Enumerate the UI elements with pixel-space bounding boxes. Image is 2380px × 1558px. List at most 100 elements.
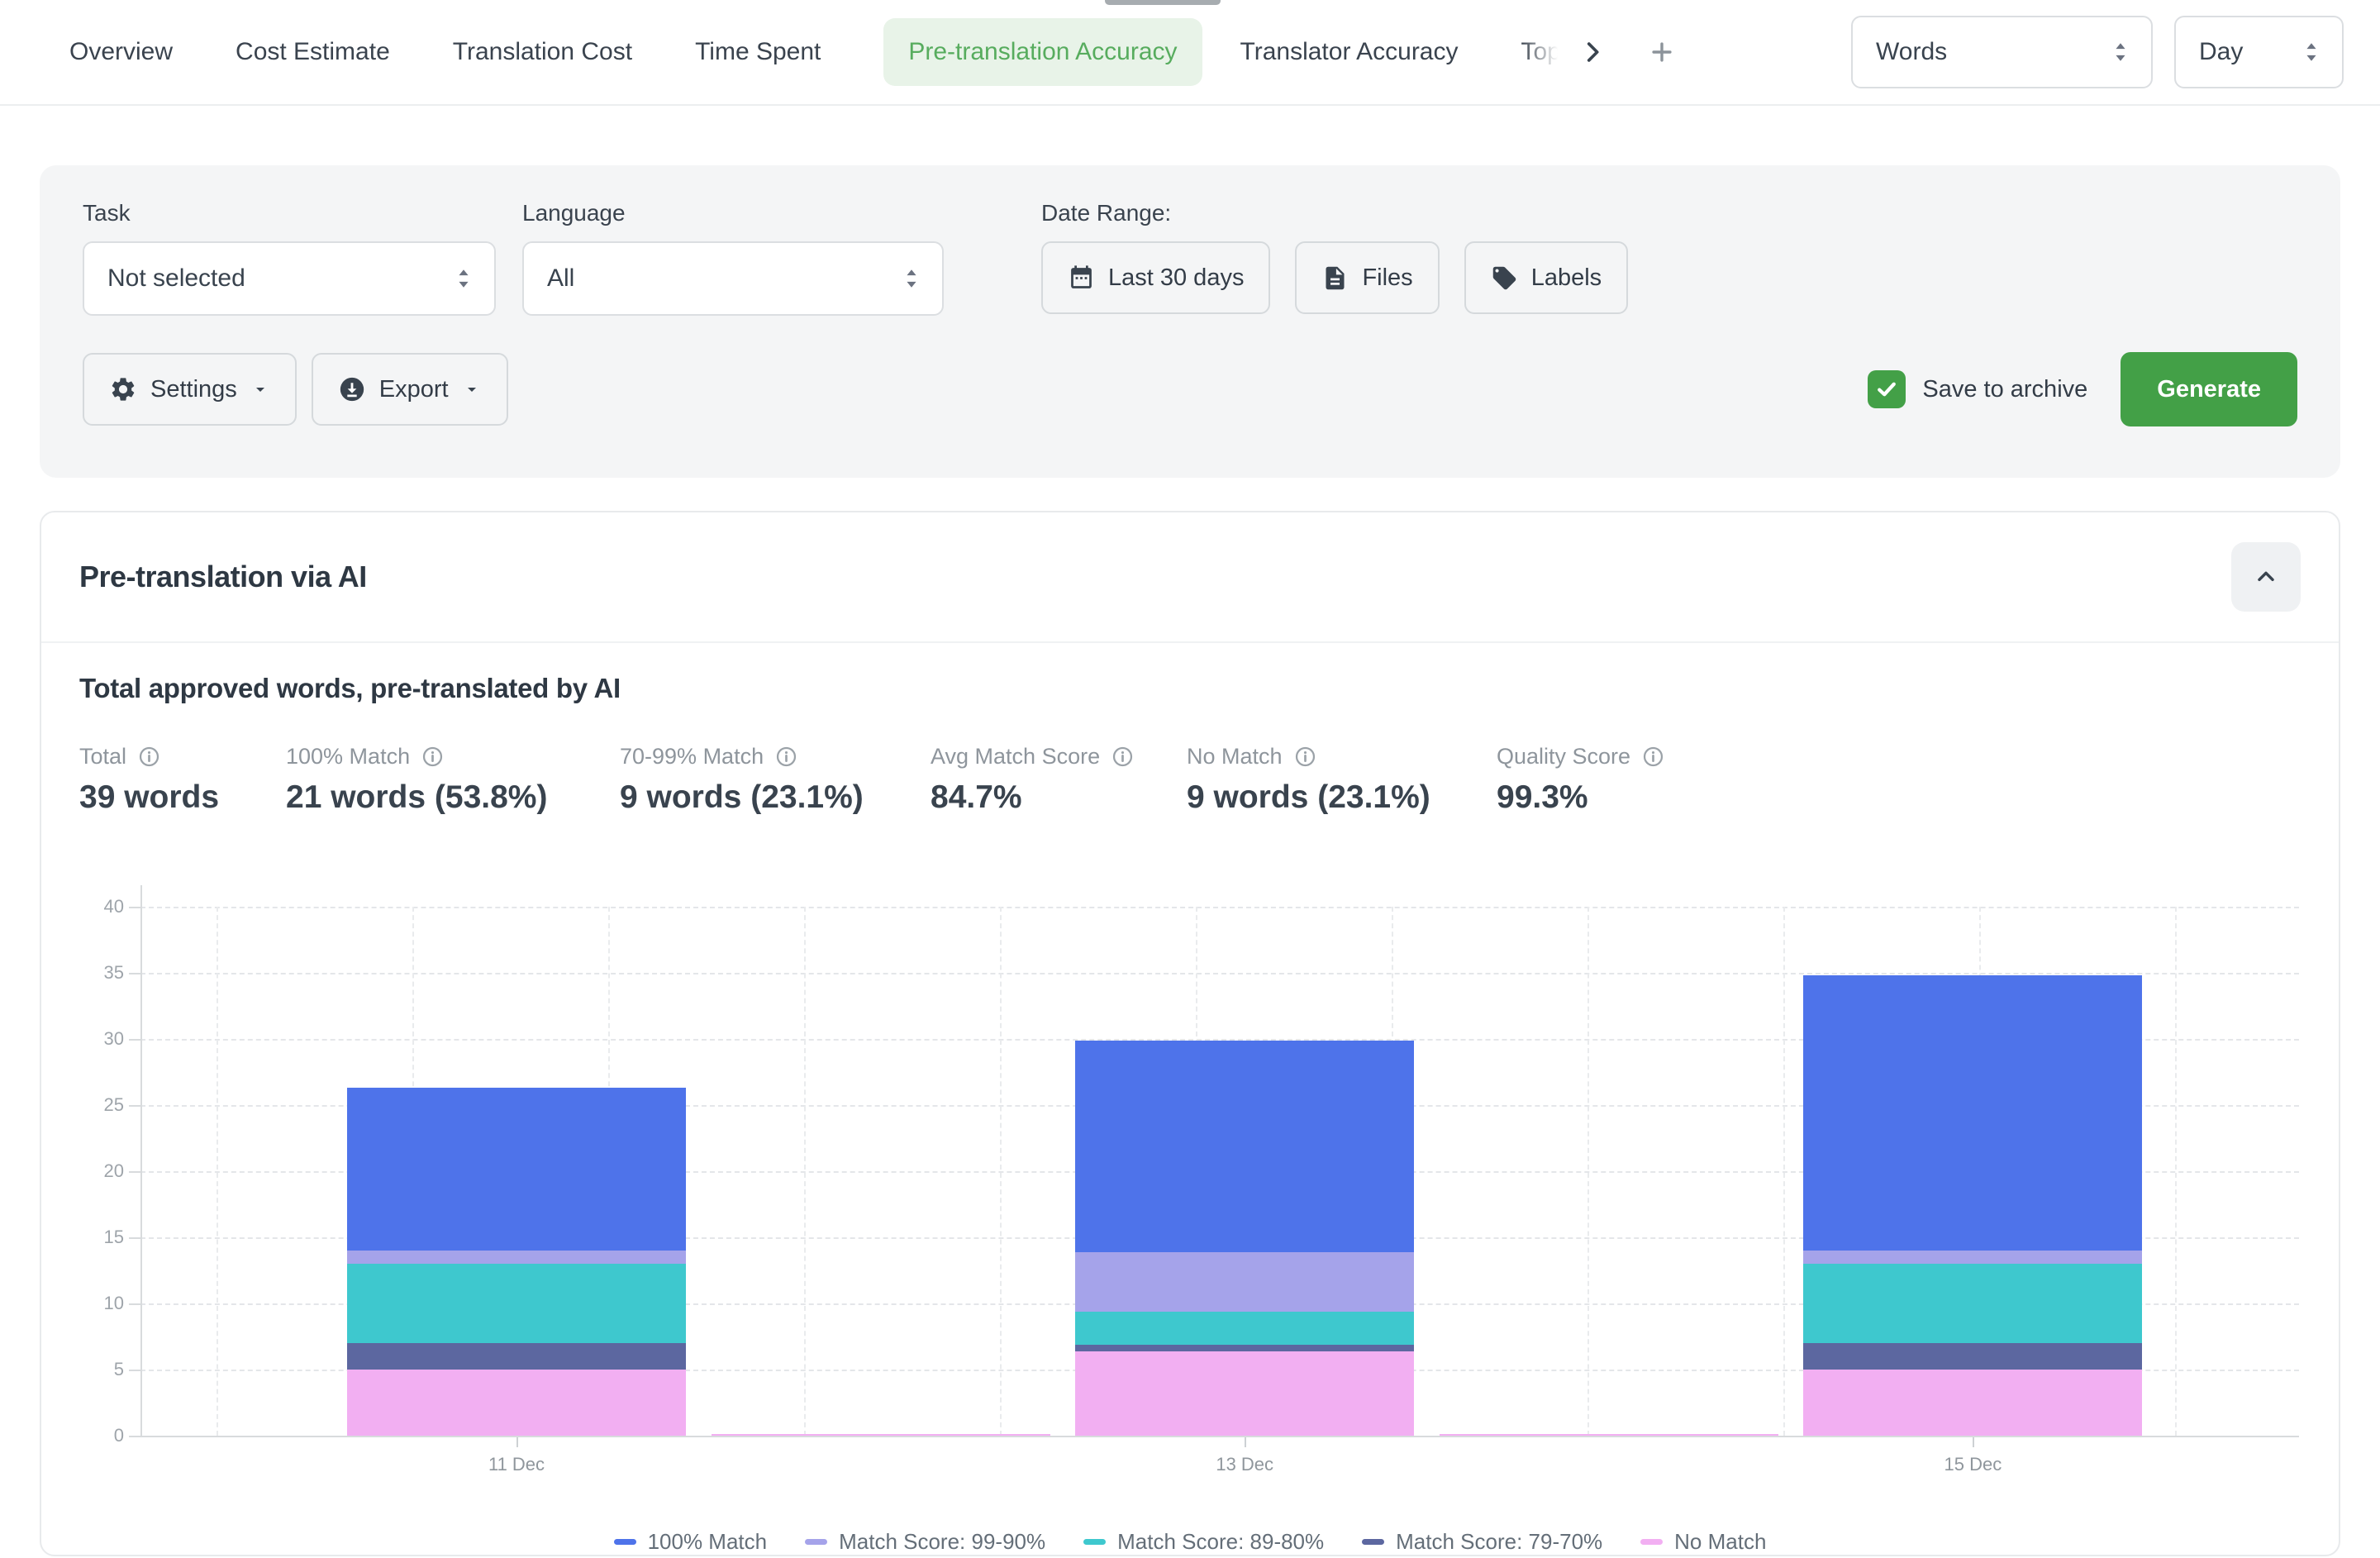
filter-panel: Task Not selected Language All bbox=[40, 165, 2340, 478]
y-gridline bbox=[140, 907, 2299, 908]
bar-segment-100-match[interactable] bbox=[347, 1088, 686, 1251]
language-filter-label: Language bbox=[522, 200, 944, 226]
info-icon[interactable] bbox=[775, 746, 797, 768]
y-axis-tick bbox=[129, 1105, 140, 1107]
stat-label: 100% Match bbox=[286, 744, 410, 769]
y-axis-tick bbox=[129, 1237, 140, 1239]
bar-segment-match-score-89-80-[interactable] bbox=[347, 1264, 686, 1343]
date-range-button[interactable]: Last 30 days bbox=[1041, 241, 1270, 314]
y-axis-tick bbox=[129, 973, 140, 974]
date-range-button-label: Last 30 days bbox=[1108, 264, 1244, 292]
save-to-archive-label: Save to archive bbox=[1922, 376, 2087, 403]
x-axis-tick bbox=[516, 1437, 518, 1447]
bar-segment-match-score-79-70-[interactable] bbox=[1803, 1343, 2142, 1370]
bar-segment-100-match[interactable] bbox=[1803, 975, 2142, 1251]
task-filter-group: Task Not selected bbox=[83, 200, 496, 316]
actions-row: Settings Export bbox=[83, 352, 2297, 426]
legend-item[interactable]: 100% Match bbox=[614, 1529, 768, 1555]
tab-top-overflow[interactable]: Top bbox=[1521, 18, 1561, 86]
legend-marker bbox=[1362, 1539, 1384, 1545]
y-axis-label: 5 bbox=[79, 1359, 124, 1380]
add-tab-button[interactable] bbox=[1642, 32, 1682, 72]
x-axis-label: 15 Dec bbox=[1944, 1454, 2002, 1475]
info-icon[interactable] bbox=[1294, 746, 1316, 768]
labels-filter-button[interactable]: Labels bbox=[1464, 241, 1628, 314]
unfold-caret-icon bbox=[901, 266, 922, 291]
bar-segment-match-score-89-80-[interactable] bbox=[1075, 1312, 1414, 1345]
legend-item[interactable]: No Match bbox=[1640, 1529, 1766, 1555]
tabs-scroll-right-button[interactable] bbox=[1573, 32, 1612, 72]
bar-segment-no-match[interactable] bbox=[712, 1434, 1050, 1436]
bar-segment-match-score-79-70-[interactable] bbox=[1075, 1345, 1414, 1351]
unit-select[interactable]: Words bbox=[1851, 16, 2153, 88]
y-axis-label: 0 bbox=[79, 1425, 124, 1446]
task-filter-label: Task bbox=[83, 200, 496, 226]
legend-label: 100% Match bbox=[648, 1529, 768, 1555]
caret-down-icon bbox=[462, 379, 482, 399]
export-button[interactable]: Export bbox=[312, 353, 508, 426]
files-button-label: Files bbox=[1362, 264, 1412, 292]
collapse-card-button[interactable] bbox=[2231, 542, 2301, 612]
info-icon[interactable] bbox=[421, 746, 444, 768]
settings-button[interactable]: Settings bbox=[83, 353, 297, 426]
task-select-value: Not selected bbox=[107, 264, 245, 293]
export-button-label: Export bbox=[379, 376, 449, 403]
tab-cost-estimate[interactable]: Cost Estimate bbox=[236, 18, 390, 86]
legend-item[interactable]: Match Score: 89-80% bbox=[1083, 1529, 1324, 1555]
legend-marker bbox=[1083, 1539, 1106, 1545]
tab-pre-translation-accuracy[interactable]: Pre-translation Accuracy bbox=[883, 18, 1202, 86]
task-select[interactable]: Not selected bbox=[83, 241, 496, 316]
y-axis-tick bbox=[129, 1436, 140, 1437]
y-axis-label: 30 bbox=[79, 1028, 124, 1050]
legend-marker bbox=[805, 1539, 827, 1545]
bar-segment-match-score-99-90-[interactable] bbox=[1075, 1252, 1414, 1312]
y-axis-line bbox=[140, 885, 142, 1436]
stacked-bar-chart: 051015202530354011 Dec13 Dec15 Dec bbox=[79, 890, 2301, 1506]
x-gridline bbox=[217, 907, 218, 1436]
stat-total: Total 39 words bbox=[79, 744, 286, 816]
bar-segment-match-score-99-90-[interactable] bbox=[1803, 1251, 2142, 1264]
period-select[interactable]: Day bbox=[2174, 16, 2344, 88]
legend-item[interactable]: Match Score: 79-70% bbox=[1362, 1529, 1602, 1555]
bar-segment-match-score-99-90-[interactable] bbox=[347, 1251, 686, 1264]
tab-translation-cost[interactable]: Translation Cost bbox=[453, 18, 632, 86]
card-header: Pre-translation via AI bbox=[41, 512, 2339, 641]
stat-value: 39 words bbox=[79, 779, 286, 816]
bar-segment-match-score-79-70-[interactable] bbox=[347, 1343, 686, 1370]
report-tabbar: Overview Cost Estimate Translation Cost … bbox=[0, 0, 2380, 106]
language-select-value: All bbox=[547, 264, 574, 293]
x-gridline bbox=[1000, 907, 1002, 1436]
bar-segment-no-match[interactable] bbox=[1440, 1434, 1778, 1436]
bar-segment-match-score-89-80-[interactable] bbox=[1803, 1264, 2142, 1343]
date-range-group: Date Range: Last 30 days Files bbox=[1041, 200, 1628, 314]
unfold-caret-icon bbox=[2301, 40, 2322, 64]
bar-segment-no-match[interactable] bbox=[1075, 1351, 1414, 1436]
stats-row: Total 39 words 100% Match 21 words (53.8… bbox=[79, 744, 2301, 816]
y-axis-label: 25 bbox=[79, 1094, 124, 1116]
x-axis-tick bbox=[1973, 1437, 1974, 1447]
language-select[interactable]: All bbox=[522, 241, 944, 316]
tag-icon bbox=[1491, 264, 1518, 292]
stat-label: No Match bbox=[1187, 744, 1283, 769]
legend-item[interactable]: Match Score: 99-90% bbox=[805, 1529, 1045, 1555]
info-icon[interactable] bbox=[1642, 746, 1664, 768]
tab-overview[interactable]: Overview bbox=[69, 18, 173, 86]
y-axis-label: 15 bbox=[79, 1227, 124, 1248]
chevron-right-icon bbox=[1578, 38, 1606, 66]
bar-segment-no-match[interactable] bbox=[1803, 1370, 2142, 1436]
x-axis-label: 13 Dec bbox=[1216, 1454, 1273, 1475]
chart-section-title: Total approved words, pre-translated by … bbox=[79, 673, 2301, 704]
generate-button[interactable]: Generate bbox=[2121, 352, 2297, 426]
bar-segment-no-match[interactable] bbox=[347, 1370, 686, 1436]
save-to-archive-checkbox[interactable] bbox=[1868, 370, 1906, 408]
bar-segment-100-match[interactable] bbox=[1075, 1041, 1414, 1252]
files-filter-button[interactable]: Files bbox=[1295, 241, 1439, 314]
y-gridline bbox=[140, 973, 2299, 974]
x-axis-line bbox=[140, 1436, 2299, 1437]
info-icon[interactable] bbox=[1111, 746, 1134, 768]
legend-marker bbox=[614, 1539, 636, 1545]
y-axis-label: 40 bbox=[79, 896, 124, 917]
tab-translator-accuracy[interactable]: Translator Accuracy bbox=[1240, 18, 1459, 86]
info-icon[interactable] bbox=[138, 746, 160, 768]
tab-time-spent[interactable]: Time Spent bbox=[695, 18, 821, 86]
